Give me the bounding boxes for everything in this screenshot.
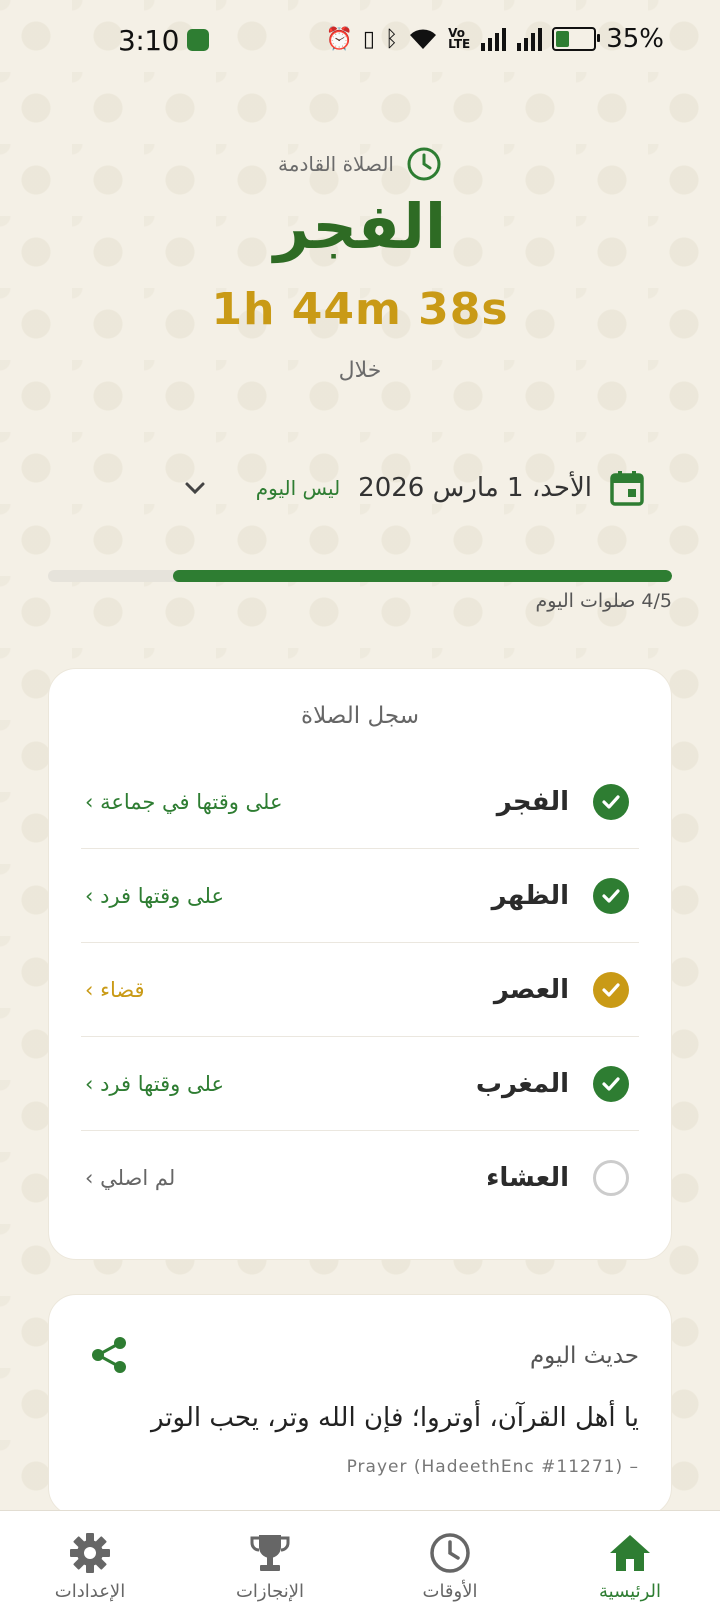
wifi-icon xyxy=(410,29,437,49)
next-prayer-row: الصلاة القادمة xyxy=(0,146,720,182)
daily-progress-text: 4/5 صلوات اليوم xyxy=(535,590,672,612)
alarm-icon: ⏰ xyxy=(325,26,353,52)
volte-icon: Vo LTE xyxy=(448,26,471,51)
check-circle-icon[interactable] xyxy=(593,971,629,1008)
chevron-down-icon[interactable] xyxy=(182,475,208,501)
prayer-status-link[interactable]: على وقتها في جماعة › xyxy=(85,790,283,814)
nav-label-settings: الإعدادات xyxy=(54,1581,126,1602)
hadith-source: Prayer (HadeethEnc #11271) – xyxy=(346,1457,639,1477)
status-bar: 3:10 ⏰ ▯ ᛒ Vo LTE 35% xyxy=(0,0,720,84)
countdown-timer: 1h 44m 38s xyxy=(211,284,509,335)
empty-circle-icon[interactable] xyxy=(593,1160,629,1196)
prayer-log-row[interactable]: الظهر على وقتها فرد › xyxy=(81,849,639,943)
prayer-status-link[interactable]: قضاء › xyxy=(85,978,145,1002)
hadith-card: حديث اليوم يا أهل القرآن، أوتروا؛ فإن ال… xyxy=(48,1294,672,1516)
prayer-name: العشاء xyxy=(486,1163,569,1193)
nav-item-settings[interactable]: الإعدادات xyxy=(0,1511,180,1609)
within-label: خلال xyxy=(338,358,382,383)
prayer-status-link[interactable]: على وقتها فرد › xyxy=(85,884,224,908)
hadith-text: يا أهل القرآن، أوتروا؛ فإن الله وتر، يحب… xyxy=(150,1403,639,1433)
share-icon[interactable] xyxy=(89,1335,129,1375)
prayer-log-title: سجل الصلاة xyxy=(301,703,419,729)
prayer-status-link[interactable]: على وقتها فرد › xyxy=(85,1072,224,1096)
prayer-log-row[interactable]: العشاء لم اصلي › xyxy=(81,1131,639,1225)
app-notification-icon xyxy=(187,29,209,51)
prayer-name: الفجر xyxy=(496,786,569,817)
check-circle-icon[interactable] xyxy=(593,877,629,914)
prayer-log-row[interactable]: المغرب على وقتها فرد › xyxy=(81,1037,639,1131)
prayer-log-list: الفجر على وقتها في جماعة › الظهر على وقتها … xyxy=(81,755,639,1225)
calendar-icon[interactable] xyxy=(610,470,644,506)
nav-item-times[interactable]: الأوقات xyxy=(360,1511,540,1609)
vibrate-icon: ▯ xyxy=(362,26,375,52)
nav-item-home[interactable]: الرئيسية xyxy=(540,1511,720,1609)
check-circle-icon[interactable] xyxy=(593,1065,629,1102)
prayer-name: الظهر xyxy=(491,880,569,911)
battery-percent: 35% xyxy=(606,24,664,54)
prayer-status-link[interactable]: لم اصلي › xyxy=(85,1166,175,1190)
status-time: 3:10 xyxy=(118,24,179,57)
prayer-log-card: سجل الصلاة الفجر على وقتها في جماعة › الظه… xyxy=(48,668,672,1260)
signal-icon-1 xyxy=(481,28,507,51)
hadith-title: حديث اليوم xyxy=(529,1343,639,1369)
bottom-navigation: الإعدادات الإنجازات الأوقات الرئيسية xyxy=(0,1510,720,1609)
next-prayer-label: الصلاة القادمة xyxy=(278,152,394,176)
signal-icon-2 xyxy=(517,28,543,51)
prayer-name: المغرب xyxy=(475,1068,569,1099)
prayer-name: العصر xyxy=(493,974,569,1005)
bluetooth-icon: ᛒ xyxy=(384,26,399,52)
gear-icon xyxy=(70,1533,110,1573)
check-circle-icon[interactable] xyxy=(593,783,629,820)
not-today-link[interactable]: ليس اليوم xyxy=(256,476,340,500)
nav-label-times: الأوقات xyxy=(422,1581,478,1602)
prayer-log-row[interactable]: الفجر على وقتها في جماعة › xyxy=(81,755,639,849)
date-selector[interactable]: الأحد، 1 مارس 2026 ليس اليوم xyxy=(182,470,644,506)
nav-label-home: الرئيسية xyxy=(599,1581,661,1602)
next-prayer-name: الفجر xyxy=(273,190,447,263)
nav-item-achievements[interactable]: الإنجازات xyxy=(180,1511,360,1609)
date-text: الأحد، 1 مارس 2026 xyxy=(358,473,592,503)
home-icon xyxy=(610,1535,650,1571)
prayer-log-row[interactable]: العصر قضاء › xyxy=(81,943,639,1037)
daily-progress-bar xyxy=(48,570,672,582)
clock-icon xyxy=(430,1533,470,1573)
nav-label-achievements: الإنجازات xyxy=(235,1581,305,1602)
status-icons: ⏰ ▯ ᛒ Vo LTE 35% xyxy=(325,24,664,54)
daily-progress-fill xyxy=(172,570,672,582)
trophy-icon xyxy=(250,1535,290,1571)
battery-icon xyxy=(552,27,601,51)
battery-level-fill xyxy=(556,31,569,47)
clock-icon xyxy=(407,147,441,181)
